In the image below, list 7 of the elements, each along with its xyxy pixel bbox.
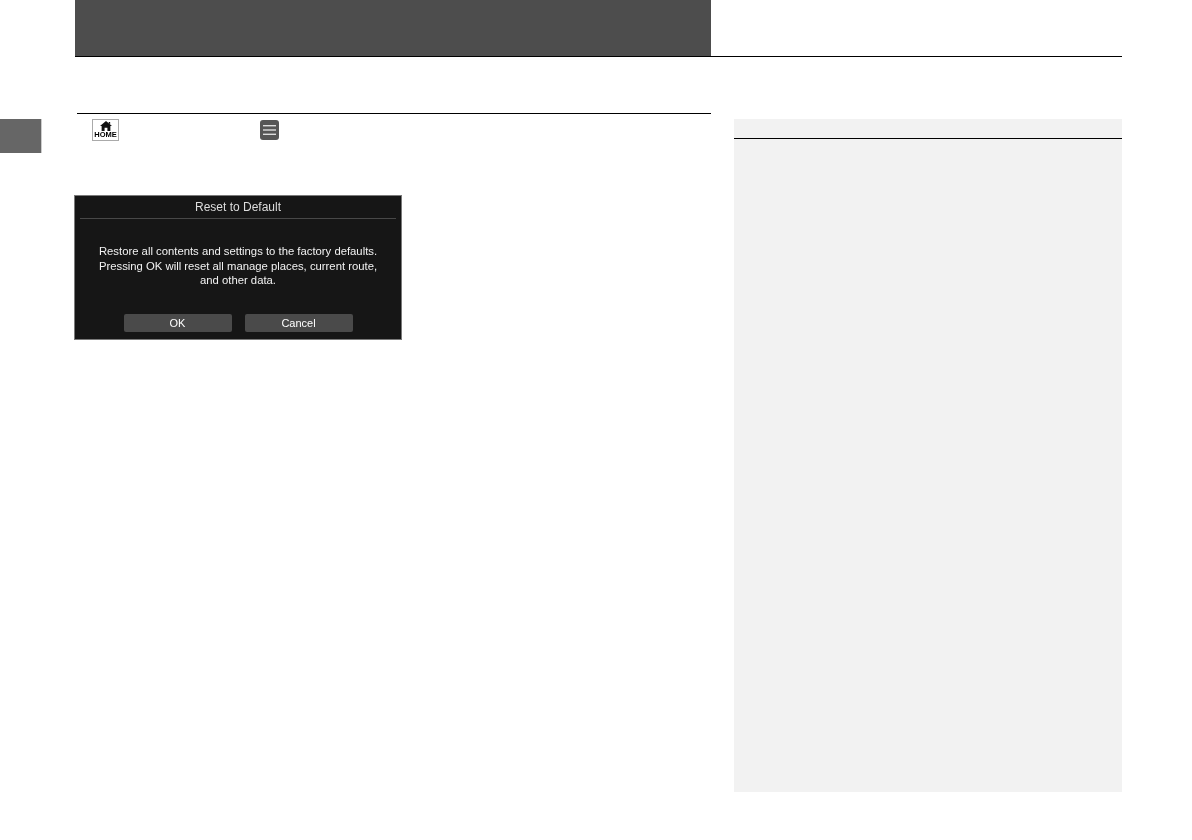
house-icon <box>99 121 112 131</box>
dialog-message: Restore all contents and settings to the factory defaults. Pressing OK will reset all manage places, current route, and other data. <box>98 244 378 288</box>
menu-icon[interactable] <box>260 120 279 140</box>
dialog-button[interactable]: OK <box>123 314 232 332</box>
edge-marker <box>0 119 42 153</box>
dialog-title: Reset to Default <box>80 196 396 219</box>
dialog-button[interactable]: Cancel <box>244 314 353 332</box>
